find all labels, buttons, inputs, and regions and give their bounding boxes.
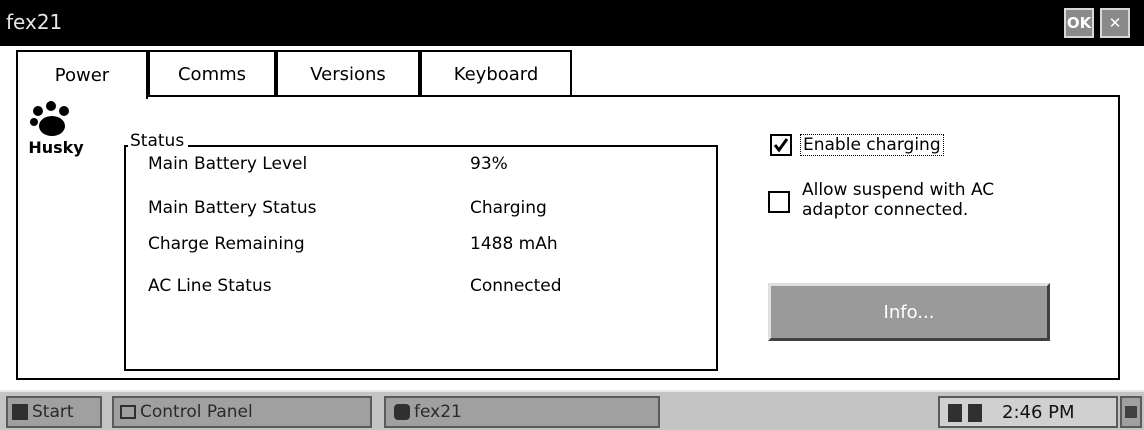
status-legend: Status <box>128 131 189 151</box>
tab-comms[interactable]: Comms <box>148 50 276 96</box>
tab-versions[interactable]: Versions <box>276 50 420 96</box>
desktop-icon <box>1125 406 1137 418</box>
tab-label: Power <box>54 65 110 86</box>
allow-suspend-label[interactable]: Allow suspend with AC adaptor connected. <box>802 180 994 220</box>
tab-label: Comms <box>177 63 247 85</box>
control-panel-icon <box>120 405 136 419</box>
network-icon[interactable] <box>968 404 982 422</box>
main-battery-level-label: Main Battery Level <box>148 154 308 174</box>
title-bar: fex21 OK ✕ <box>0 0 1144 46</box>
checkmark-icon <box>773 138 789 153</box>
status-group <box>124 145 718 371</box>
fex21-app-icon <box>394 404 410 420</box>
enable-charging-checkbox[interactable] <box>770 134 792 156</box>
charge-remaining-label: Charge Remaining <box>148 234 305 254</box>
charge-remaining-value: 1488 mAh <box>470 234 558 254</box>
allow-suspend-checkbox[interactable] <box>768 191 790 213</box>
ac-line-status-value: Connected <box>470 276 562 296</box>
control-panel-label: Control Panel <box>140 402 253 422</box>
tab-label: Keyboard <box>453 63 539 85</box>
taskbar: Start Control Panel fex21 2:46 PM <box>0 390 1144 430</box>
fex21-taskbar-label: fex21 <box>414 402 462 422</box>
ok-button[interactable]: OK <box>1064 8 1094 38</box>
ac-line-status-label: AC Line Status <box>148 276 272 296</box>
taskbar-control-panel[interactable]: Control Panel <box>112 396 372 428</box>
tab-keyboard[interactable]: Keyboard <box>420 50 572 96</box>
power-plug-icon[interactable] <box>948 404 962 422</box>
close-icon: ✕ <box>1108 14 1122 32</box>
system-tray: 2:46 PM <box>938 396 1118 428</box>
tab-label: Versions <box>310 63 386 85</box>
main-battery-status-value: Charging <box>470 198 547 218</box>
start-label: Start <box>32 402 74 422</box>
start-button[interactable]: Start <box>6 396 102 428</box>
logo-text: Husky <box>28 138 84 157</box>
window-title: fex21 <box>6 10 63 34</box>
windows-flag-icon <box>12 404 28 420</box>
desktop-button[interactable] <box>1120 396 1142 428</box>
taskbar-fex21[interactable]: fex21 <box>384 396 660 428</box>
main-battery-level-value: 93% <box>470 154 508 174</box>
enable-charging-label[interactable]: Enable charging <box>800 134 944 156</box>
allow-suspend-label-line2: adaptor connected. <box>802 200 969 220</box>
tab-power[interactable]: Power <box>16 50 148 99</box>
husky-logo: Husky <box>24 100 94 170</box>
info-button[interactable]: Info... <box>768 283 1050 341</box>
main-battery-status-label: Main Battery Status <box>148 198 317 218</box>
allow-suspend-label-line1: Allow suspend with AC <box>802 180 995 200</box>
close-button[interactable]: ✕ <box>1100 8 1130 38</box>
clock: 2:46 PM <box>1002 402 1075 423</box>
